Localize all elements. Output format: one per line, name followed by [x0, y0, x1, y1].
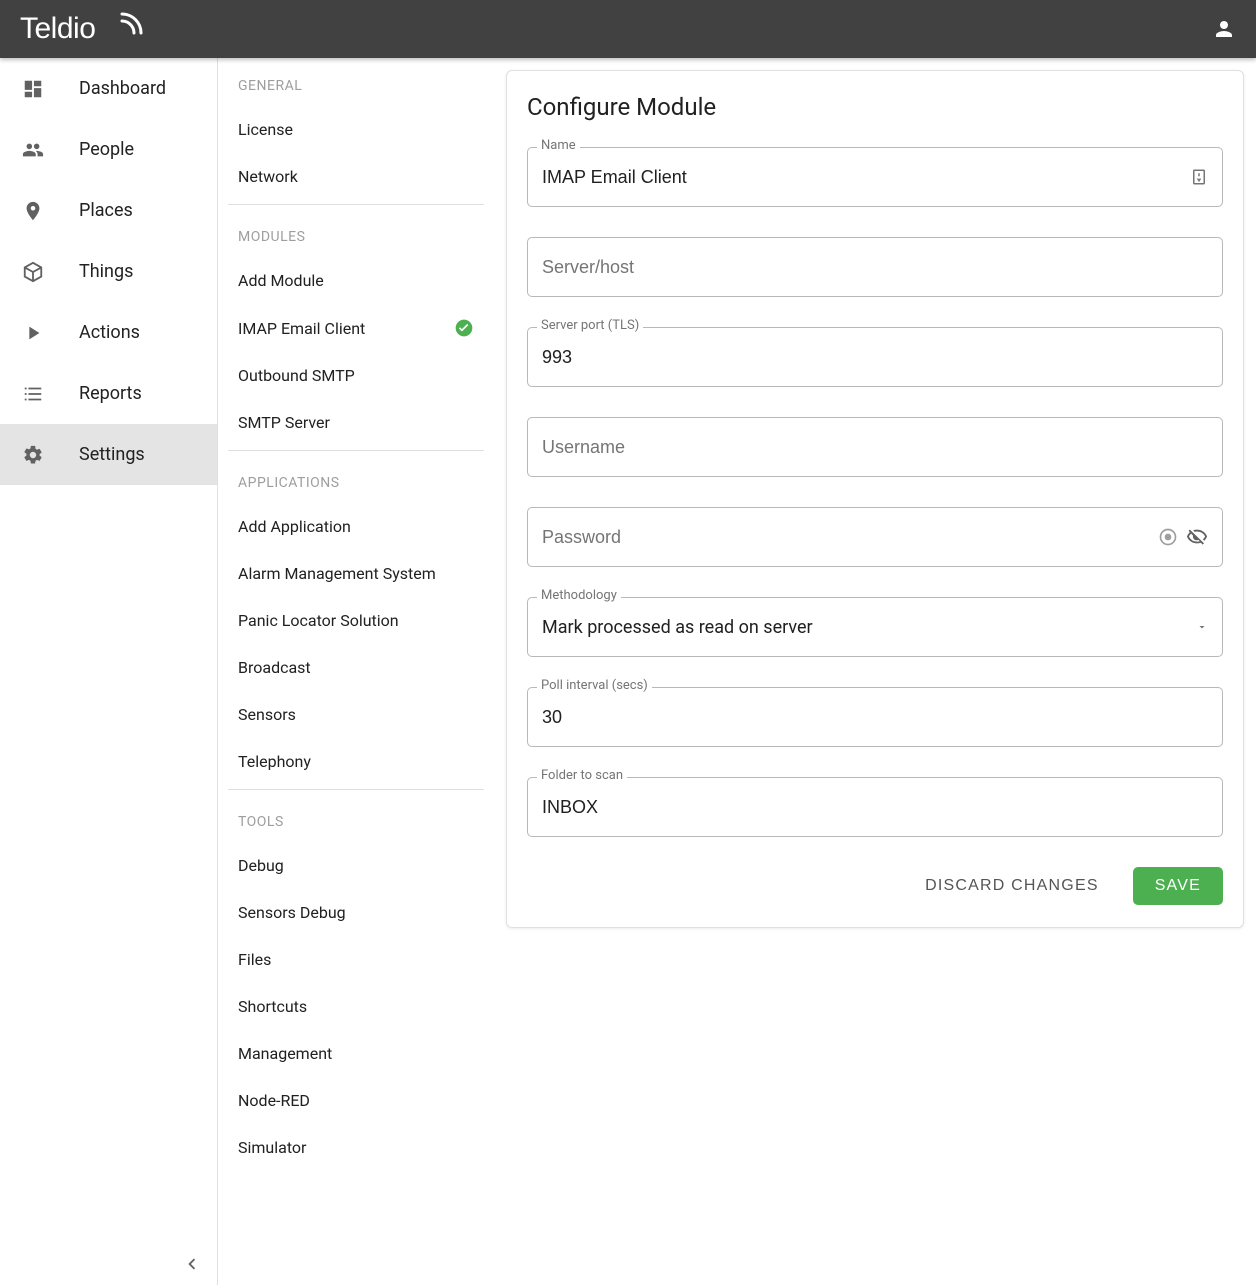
- subnav-item-sensors[interactable]: Sensors: [228, 691, 484, 738]
- subnav-item-license[interactable]: License: [228, 106, 484, 153]
- subnav-item-telephony[interactable]: Telephony: [228, 738, 484, 785]
- field-poll-interval: Poll interval (secs): [527, 687, 1223, 747]
- gear-icon: [21, 443, 45, 467]
- people-icon: [21, 138, 45, 162]
- nav-label: Reports: [79, 383, 142, 404]
- divider: [228, 789, 484, 790]
- content-area: Configure Module Name: [494, 58, 1256, 1285]
- subnav-item-imap-email-client[interactable]: IMAP Email Client: [228, 304, 484, 352]
- port-input[interactable]: [542, 328, 1208, 386]
- primary-sidebar: Dashboard People Places Things Actions R…: [0, 58, 218, 1285]
- check-circle-icon: [454, 318, 474, 338]
- subnav-item-add-application[interactable]: Add Application: [228, 503, 484, 550]
- subnav-item-management[interactable]: Management: [228, 1030, 484, 1077]
- divider: [228, 450, 484, 451]
- nav-label: Things: [79, 261, 133, 282]
- field-username: [527, 417, 1223, 477]
- dashboard-icon: [21, 77, 45, 101]
- poll-interval-input[interactable]: [542, 688, 1208, 746]
- form-actions: DISCARD CHANGES SAVE: [527, 867, 1223, 905]
- subnav-item-shortcuts[interactable]: Shortcuts: [228, 983, 484, 1030]
- subnav-header-applications: APPLICATIONS: [228, 455, 484, 503]
- subnav-item-simulator[interactable]: Simulator: [228, 1124, 484, 1171]
- play-icon: [21, 321, 45, 345]
- nav-label: Settings: [79, 444, 145, 465]
- field-label: Name: [537, 138, 580, 153]
- svg-text:Teldio: Teldio: [20, 12, 95, 45]
- subnav-item-add-module[interactable]: Add Module: [228, 257, 484, 304]
- server-input[interactable]: [542, 238, 1208, 296]
- sidebar-collapse-button[interactable]: [181, 1253, 203, 1275]
- nav-label: Dashboard: [79, 78, 166, 99]
- methodology-select[interactable]: Mark processed as read on server: [527, 597, 1223, 657]
- field-folder: Folder to scan: [527, 777, 1223, 837]
- place-icon: [21, 199, 45, 223]
- subnav-header-tools: TOOLS: [228, 794, 484, 842]
- configure-module-card: Configure Module Name: [506, 70, 1244, 928]
- nav-label: Places: [79, 200, 133, 221]
- brand-logo: Teldio: [20, 11, 150, 47]
- subnav-item-files[interactable]: Files: [228, 936, 484, 983]
- folder-input[interactable]: [542, 778, 1208, 836]
- subnav-item-alarm-management[interactable]: Alarm Management System: [228, 550, 484, 597]
- nav-people[interactable]: People: [0, 119, 217, 180]
- subnav-item-smtp-server[interactable]: SMTP Server: [228, 399, 484, 446]
- user-menu-icon[interactable]: [1212, 17, 1236, 41]
- subnav-item-outbound-smtp[interactable]: Outbound SMTP: [228, 352, 484, 399]
- nav-label: Actions: [79, 322, 140, 343]
- divider: [228, 204, 484, 205]
- username-input[interactable]: [542, 418, 1208, 476]
- nav-actions[interactable]: Actions: [0, 302, 217, 363]
- field-label: Server port (TLS): [537, 318, 643, 333]
- subnav-header-general: GENERAL: [228, 58, 484, 106]
- field-server: [527, 237, 1223, 297]
- field-label: Poll interval (secs): [537, 678, 652, 693]
- app-header: Teldio: [0, 0, 1256, 58]
- visibility-off-icon[interactable]: [1186, 526, 1208, 548]
- field-label: Methodology: [537, 588, 621, 603]
- nav-things[interactable]: Things: [0, 241, 217, 302]
- field-label: Folder to scan: [537, 768, 627, 783]
- subnav-item-network[interactable]: Network: [228, 153, 484, 200]
- list-icon: [21, 382, 45, 406]
- subnav-header-modules: MODULES: [228, 209, 484, 257]
- subnav-item-debug[interactable]: Debug: [228, 842, 484, 889]
- field-name: Name: [527, 147, 1223, 207]
- subnav-item-sensors-debug[interactable]: Sensors Debug: [228, 889, 484, 936]
- nav-label: People: [79, 139, 134, 160]
- nav-dashboard[interactable]: Dashboard: [0, 58, 217, 119]
- field-port: Server port (TLS): [527, 327, 1223, 387]
- password-generate-icon[interactable]: [1158, 527, 1178, 547]
- save-button[interactable]: SAVE: [1133, 867, 1223, 905]
- cube-icon: [21, 260, 45, 284]
- subnav-item-panic-locator[interactable]: Panic Locator Solution: [228, 597, 484, 644]
- password-input[interactable]: [542, 508, 1158, 566]
- field-password: [527, 507, 1223, 567]
- chevron-down-icon: [1196, 621, 1208, 633]
- settings-subnav: GENERAL License Network MODULES Add Modu…: [218, 58, 494, 1285]
- name-input[interactable]: [542, 148, 1190, 206]
- nav-reports[interactable]: Reports: [0, 363, 217, 424]
- contact-book-icon[interactable]: [1190, 168, 1208, 186]
- subnav-item-broadcast[interactable]: Broadcast: [228, 644, 484, 691]
- discard-button[interactable]: DISCARD CHANGES: [925, 877, 1099, 895]
- nav-settings[interactable]: Settings: [0, 424, 217, 485]
- field-methodology: Methodology Mark processed as read on se…: [527, 597, 1223, 657]
- nav-places[interactable]: Places: [0, 180, 217, 241]
- subnav-item-node-red[interactable]: Node-RED: [228, 1077, 484, 1124]
- card-title: Configure Module: [527, 93, 1223, 121]
